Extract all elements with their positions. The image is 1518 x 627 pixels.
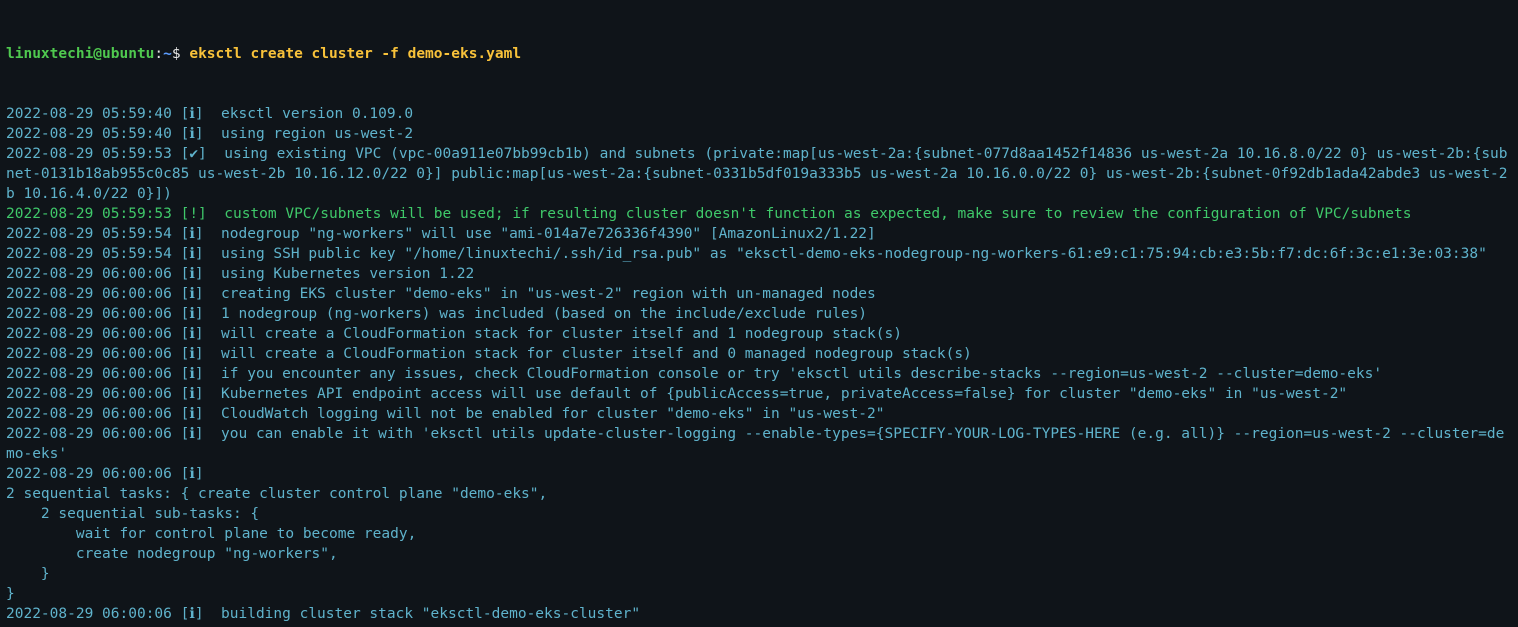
log-line: 2022-08-29 06:00:06 [ℹ] will create a Cl… (6, 344, 1512, 364)
log-line: 2022-08-29 06:00:06 [ℹ] using Kubernetes… (6, 264, 1512, 284)
log-line: 2022-08-29 06:00:06 [ℹ] CloudWatch loggi… (6, 404, 1512, 424)
log-line: 2 sequential sub-tasks: { (6, 504, 1512, 524)
log-line: 2022-08-29 05:59:40 [ℹ] eksctl version 0… (6, 104, 1512, 124)
log-line: } (6, 564, 1512, 584)
log-line: 2022-08-29 05:59:40 [ℹ] using region us-… (6, 124, 1512, 144)
log-line: 2022-08-29 05:59:53 [!] custom VPC/subne… (6, 204, 1512, 224)
log-line: 2022-08-29 06:00:06 [ℹ] Kubernetes API e… (6, 384, 1512, 404)
log-line: 2 sequential tasks: { create cluster con… (6, 484, 1512, 504)
log-line: } (6, 584, 1512, 604)
log-line: wait for control plane to become ready, (6, 524, 1512, 544)
log-line: 2022-08-29 05:59:54 [ℹ] nodegroup "ng-wo… (6, 224, 1512, 244)
log-line: 2022-08-29 06:00:06 [ℹ] you can enable i… (6, 424, 1512, 464)
prompt-path: ~ (163, 46, 172, 62)
prompt-dollar: $ (172, 46, 189, 62)
log-line: 2022-08-29 06:00:06 [ℹ] creating EKS clu… (6, 284, 1512, 304)
log-output: 2022-08-29 05:59:40 [ℹ] eksctl version 0… (6, 104, 1512, 624)
log-line: 2022-08-29 06:00:06 [ℹ] building cluster… (6, 604, 1512, 624)
terminal-window[interactable]: linuxtechi@ubuntu:~$ eksctl create clust… (0, 0, 1518, 627)
log-line: 2022-08-29 06:00:06 [ℹ] will create a Cl… (6, 324, 1512, 344)
prompt-user-host: linuxtechi@ubuntu (6, 46, 154, 62)
log-line: 2022-08-29 06:00:06 [ℹ] 1 nodegroup (ng-… (6, 304, 1512, 324)
log-line: create nodegroup "ng-workers", (6, 544, 1512, 564)
log-line: 2022-08-29 05:59:54 [ℹ] using SSH public… (6, 244, 1512, 264)
log-line: 2022-08-29 05:59:53 [✔] using existing V… (6, 144, 1512, 204)
log-line: 2022-08-29 06:00:06 [ℹ] (6, 464, 1512, 484)
prompt-colon: : (154, 46, 163, 62)
prompt-line: linuxtechi@ubuntu:~$ eksctl create clust… (6, 44, 1512, 64)
log-line: 2022-08-29 06:00:06 [ℹ] if you encounter… (6, 364, 1512, 384)
command-text: eksctl create cluster -f demo-eks.yaml (189, 46, 521, 62)
